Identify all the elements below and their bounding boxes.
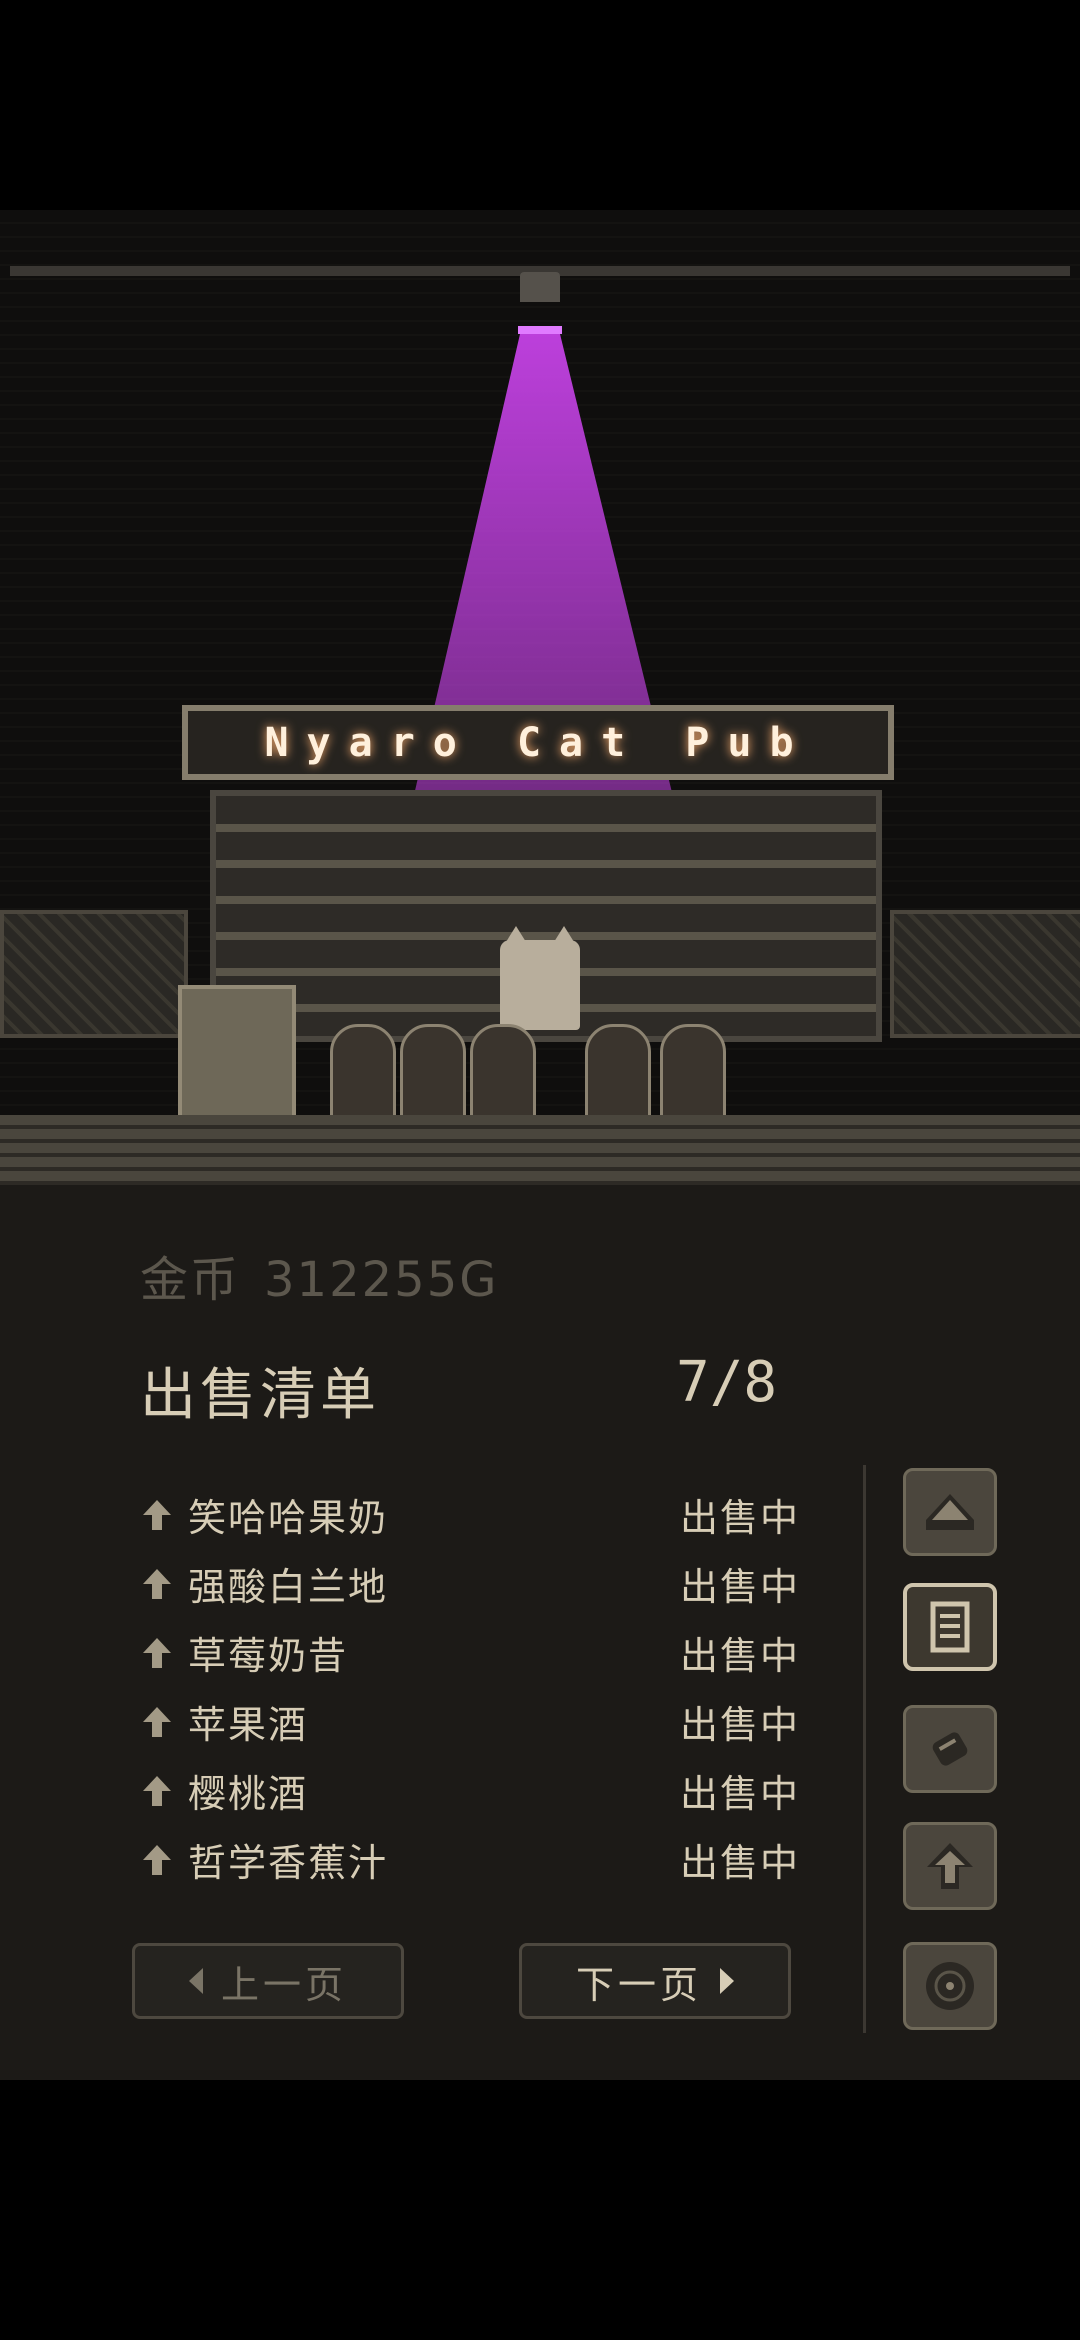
list-item[interactable]: 樱桃酒 出售中 [140, 1756, 800, 1825]
item-status: 出售中 [679, 1565, 800, 1609]
home-icon [926, 1494, 974, 1530]
up-arrow-icon [140, 1771, 174, 1811]
chevron-right-icon [720, 1968, 734, 1994]
list-item[interactable]: 苹果酒 出售中 [140, 1687, 800, 1756]
side-button-home[interactable] [903, 1468, 997, 1556]
prev-page-button[interactable]: 上一页 [132, 1943, 404, 2019]
up-arrow-icon [140, 1564, 174, 1604]
item-status: 出售中 [679, 1634, 800, 1678]
up-arrow-icon [140, 1702, 174, 1742]
item-status: 出售中 [679, 1841, 800, 1885]
page-indicator: 7/8 [676, 1350, 778, 1415]
up-arrow-icon [140, 1633, 174, 1673]
crates-right [890, 910, 1080, 1038]
spotlight-lamp [520, 272, 560, 302]
panel-divider [863, 1465, 866, 2033]
side-button-scroll[interactable] [903, 1705, 997, 1793]
item-name: 樱桃酒 [188, 1772, 309, 1816]
item-status: 出售中 [679, 1703, 800, 1747]
up-arrow-icon [140, 1840, 174, 1880]
list-item[interactable]: 哲学香蕉汁 出售中 [140, 1825, 800, 1894]
item-name: 强酸白兰地 [188, 1565, 389, 1609]
list-icon [930, 1601, 970, 1653]
side-button-upgrade[interactable] [903, 1822, 997, 1910]
item-name: 苹果酒 [188, 1703, 309, 1747]
cat-ear [506, 926, 526, 942]
chevron-left-icon [188, 1968, 203, 1994]
gold-display: 金币 312255G [140, 1240, 522, 1310]
item-name: 哲学香蕉汁 [188, 1841, 389, 1885]
pub-floor [0, 1115, 1080, 1185]
gold-value: 312255G [264, 1252, 499, 1308]
side-button-list[interactable] [903, 1583, 997, 1671]
gold-label: 金币 [140, 1252, 241, 1308]
prev-page-label: 上一页 [220, 1962, 347, 2007]
list-item[interactable]: 强酸白兰地 出售中 [140, 1549, 800, 1618]
pub-sign-text: Nyaro Cat Pub [264, 719, 812, 766]
item-name: 草莓奶昔 [188, 1634, 349, 1678]
pub-scene: Nyaro Cat Pub [0, 210, 1080, 1185]
item-status: 出售中 [679, 1496, 800, 1540]
party-characters [330, 1010, 790, 1130]
next-page-button[interactable]: 下一页 [519, 1943, 791, 2019]
side-button-record[interactable] [903, 1942, 997, 2030]
crates-left [0, 910, 188, 1038]
record-disc-icon [926, 1962, 974, 2010]
spotlight-glow [518, 326, 562, 334]
item-status: 出售中 [679, 1772, 800, 1816]
next-page-label: 下一页 [575, 1962, 702, 2007]
menu-board [178, 985, 296, 1133]
scroll-icon [932, 1732, 968, 1766]
cat-ear [554, 926, 574, 942]
list-item[interactable]: 草莓奶昔 出售中 [140, 1618, 800, 1687]
item-name: 笑哈哈果奶 [188, 1496, 389, 1540]
sale-list-title: 出售清单 [140, 1363, 380, 1428]
pub-sign: Nyaro Cat Pub [182, 705, 894, 780]
sale-list: 笑哈哈果奶 出售中 强酸白兰地 出售中 草莓奶昔 出售中 苹果酒 出售中 樱桃酒… [140, 1480, 800, 1894]
list-item[interactable]: 笑哈哈果奶 出售中 [140, 1480, 800, 1549]
upgrade-arrow-icon [927, 1843, 973, 1889]
up-arrow-icon [140, 1495, 174, 1535]
